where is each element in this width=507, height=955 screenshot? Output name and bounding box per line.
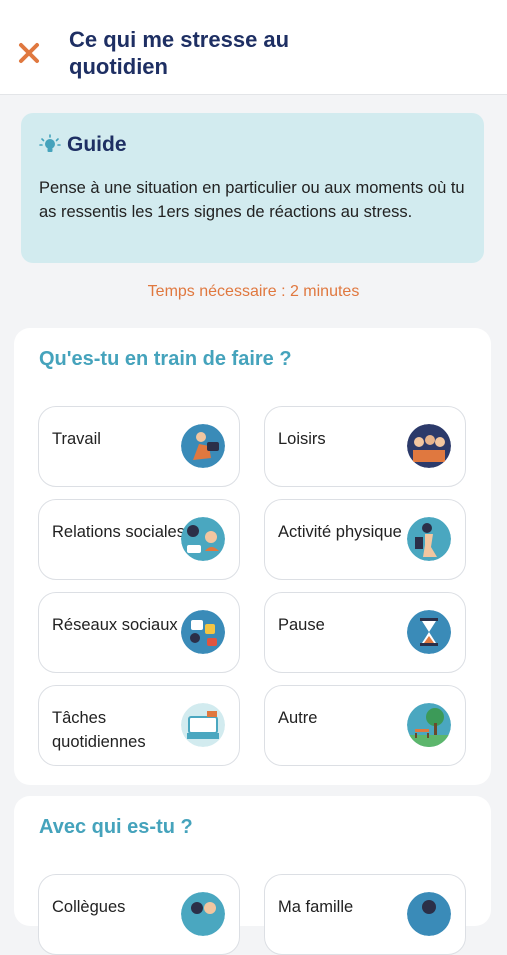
option-label: Loisirs — [278, 430, 326, 448]
leisure-icon — [407, 424, 451, 468]
option-travail[interactable]: Travail — [38, 406, 240, 487]
family-icon — [407, 892, 451, 936]
physical-activity-icon — [407, 517, 451, 561]
activity-title: Qu'es-tu en train de faire ? — [39, 348, 292, 370]
option-label: Relations sociales — [52, 523, 185, 541]
work-icon — [181, 424, 225, 468]
guide-box: Guide Pense à une situation en particuli… — [21, 113, 484, 263]
option-label: Activité physique — [278, 523, 402, 541]
option-label: Ma famille — [278, 898, 354, 916]
option-label: Tâches quotidiennes — [52, 709, 146, 751]
option-collegues[interactable]: Collègues — [38, 874, 240, 955]
company-title: Avec qui es-tu ? — [39, 816, 193, 838]
page-title: Ce qui me stresse au quotidien — [69, 27, 290, 79]
option-label: Pause — [278, 616, 325, 634]
lightbulb-icon — [39, 134, 61, 152]
option-label: Autre — [278, 709, 318, 727]
social-relations-icon — [181, 517, 225, 561]
guide-text: Pense à une situation en particulier ou … — [39, 179, 465, 221]
activity-card: Qu'es-tu en train de faire ? Travail Loi… — [14, 328, 491, 785]
option-autre[interactable]: Autre — [264, 685, 466, 766]
header: Ce qui me stresse au quotidien — [0, 0, 507, 95]
option-label: Réseaux sociaux — [52, 616, 178, 634]
option-loisirs[interactable]: Loisirs — [264, 406, 466, 487]
hourglass-icon — [407, 610, 451, 654]
option-relations-sociales[interactable]: Relations sociales — [38, 499, 240, 580]
daily-tasks-icon — [181, 703, 225, 747]
social-networks-icon — [181, 610, 225, 654]
time-needed: Temps nécessaire : 2 minutes — [147, 283, 360, 300]
colleagues-icon — [181, 892, 225, 936]
guide-title: Guide — [67, 133, 127, 156]
option-pause[interactable]: Pause — [264, 592, 466, 673]
close-icon — [19, 43, 39, 63]
option-activite-physique[interactable]: Activité physique — [264, 499, 466, 580]
option-label: Collègues — [52, 898, 126, 916]
park-bench-icon — [407, 703, 451, 747]
close-button[interactable] — [14, 38, 44, 68]
company-card: Avec qui es-tu ? Collègues Ma famille — [14, 796, 491, 955]
option-label: Travail — [52, 430, 101, 448]
option-taches-quotidiennes[interactable]: Tâches quotidiennes — [38, 685, 240, 766]
option-reseaux-sociaux[interactable]: Réseaux sociaux — [38, 592, 240, 673]
option-famille[interactable]: Ma famille — [264, 874, 466, 955]
